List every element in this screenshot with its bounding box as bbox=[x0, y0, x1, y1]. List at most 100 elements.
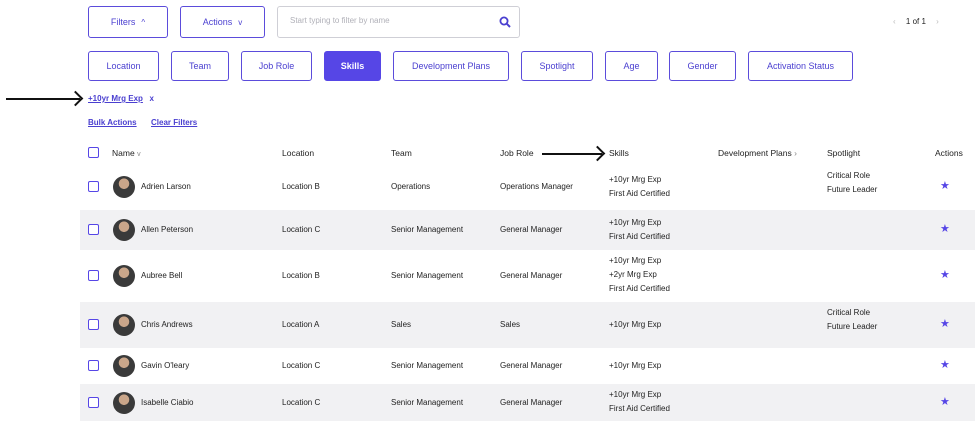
star-icon[interactable]: ★ bbox=[940, 222, 950, 235]
row-job-role: Sales bbox=[500, 320, 521, 329]
skill-item: +10yr Mrg Exp bbox=[609, 361, 662, 370]
tab-team[interactable]: Team bbox=[171, 51, 229, 81]
row-team: Senior Management bbox=[391, 225, 464, 234]
table-row: Adrien Larson Location B Operations Oper… bbox=[80, 164, 975, 210]
skill-item: First Aid Certified bbox=[609, 284, 670, 293]
tab-skills[interactable]: Skills bbox=[324, 51, 381, 81]
active-filter-chip[interactable]: +10yr Mrg Exp x bbox=[88, 93, 154, 103]
row-location: Location A bbox=[282, 320, 320, 329]
row-spotlight: Critical Role Future Leader bbox=[827, 169, 877, 197]
tab-activation-status[interactable]: Activation Status bbox=[748, 51, 853, 81]
row-team: Senior Management bbox=[391, 398, 464, 407]
next-page-icon[interactable]: › bbox=[936, 17, 939, 26]
chevron-up-icon: ^ bbox=[141, 17, 146, 27]
spotlight-item: Future Leader bbox=[827, 322, 878, 331]
avatar bbox=[113, 265, 135, 287]
row-team: Senior Management bbox=[391, 361, 464, 370]
star-icon[interactable]: ★ bbox=[940, 268, 950, 281]
skill-item: +10yr Mrg Exp bbox=[609, 390, 662, 399]
row-checkbox[interactable] bbox=[88, 181, 99, 192]
table-row: Isabelle Ciabio Location C Senior Manage… bbox=[80, 384, 975, 421]
row-skills: +10yr Mrg Exp First Aid Certified bbox=[609, 388, 670, 416]
search-input[interactable] bbox=[288, 15, 492, 26]
filters-button[interactable]: Filters ^ bbox=[88, 6, 168, 38]
row-checkbox[interactable] bbox=[88, 224, 99, 235]
row-checkbox[interactable] bbox=[88, 270, 99, 281]
row-location: Location C bbox=[282, 225, 321, 234]
row-skills: +10yr Mrg Exp First Aid Certified bbox=[609, 216, 670, 244]
skill-item: +10yr Mrg Exp bbox=[609, 175, 662, 184]
skill-item: First Aid Certified bbox=[609, 404, 670, 413]
avatar bbox=[113, 219, 135, 241]
annotation-arrow-head bbox=[589, 145, 606, 162]
row-job-role: General Manager bbox=[500, 271, 563, 280]
annotation-arrow-head bbox=[67, 90, 84, 107]
skill-item: First Aid Certified bbox=[609, 189, 670, 198]
header-actions: Actions bbox=[935, 148, 963, 158]
row-team: Senior Management bbox=[391, 271, 464, 280]
filters-label: Filters bbox=[110, 17, 136, 27]
row-skills: +10yr Mrg Exp bbox=[609, 359, 661, 373]
tab-label: Gender bbox=[687, 61, 718, 71]
prev-page-icon[interactable]: ‹ bbox=[893, 17, 896, 26]
star-icon[interactable]: ★ bbox=[940, 179, 950, 192]
row-job-role: General Manager bbox=[500, 398, 563, 407]
sort-icon: v bbox=[137, 151, 141, 158]
row-name[interactable]: Adrien Larson bbox=[141, 180, 191, 194]
header-development-plans[interactable]: Development Plans › bbox=[718, 148, 797, 158]
tab-label: Location bbox=[106, 61, 141, 71]
tab-label: Team bbox=[188, 61, 211, 71]
star-icon[interactable]: ★ bbox=[940, 358, 950, 371]
row-name[interactable]: Chris Andrews bbox=[141, 318, 193, 332]
row-name[interactable]: Isabelle Ciabio bbox=[141, 396, 193, 410]
row-job-role: Operations Manager bbox=[500, 182, 573, 191]
search-icon[interactable] bbox=[499, 16, 511, 28]
avatar bbox=[113, 392, 135, 414]
row-name[interactable]: Allen Peterson bbox=[141, 223, 193, 237]
tab-location[interactable]: Location bbox=[88, 51, 159, 81]
header-development-plans-label: Development Plans bbox=[718, 148, 792, 158]
skill-item: +2yr Mrg Exp bbox=[609, 270, 657, 279]
header-name-label: Name bbox=[112, 148, 135, 158]
header-name[interactable]: Name v bbox=[112, 148, 141, 158]
tab-spotlight[interactable]: Spotlight bbox=[521, 51, 593, 81]
skill-item: +10yr Mrg Exp bbox=[609, 256, 662, 265]
header-spotlight: Spotlight bbox=[827, 148, 861, 158]
row-location: Location C bbox=[282, 398, 321, 407]
row-team: Operations bbox=[391, 182, 431, 191]
tab-gender[interactable]: Gender bbox=[669, 51, 736, 81]
tab-development-plans[interactable]: Development Plans bbox=[393, 51, 509, 81]
row-name[interactable]: Aubree Bell bbox=[141, 269, 182, 283]
spotlight-item: Future Leader bbox=[827, 185, 878, 194]
select-all-checkbox[interactable] bbox=[88, 147, 99, 158]
clear-filters-link[interactable]: Clear Filters bbox=[151, 118, 197, 127]
header-location: Location bbox=[282, 148, 315, 158]
tab-label: Skills bbox=[340, 61, 365, 71]
row-location: Location C bbox=[282, 361, 321, 370]
tab-label: Development Plans bbox=[411, 61, 491, 71]
tab-job-role[interactable]: Job Role bbox=[241, 51, 312, 81]
row-name[interactable]: Gavin O'leary bbox=[141, 359, 189, 373]
bulk-actions-link[interactable]: Bulk Actions bbox=[88, 118, 137, 127]
tab-label: Job Role bbox=[258, 61, 295, 71]
table-row: Allen Peterson Location C Senior Managem… bbox=[80, 210, 975, 250]
row-location: Location B bbox=[282, 182, 320, 191]
row-checkbox[interactable] bbox=[88, 319, 99, 330]
avatar bbox=[113, 176, 135, 198]
close-icon[interactable]: x bbox=[149, 94, 153, 103]
star-icon[interactable]: ★ bbox=[940, 317, 950, 330]
row-checkbox[interactable] bbox=[88, 360, 99, 371]
active-filter-label: +10yr Mrg Exp bbox=[88, 94, 143, 103]
table-row: Aubree Bell Location B Senior Management… bbox=[80, 250, 975, 302]
skill-item: +10yr Mrg Exp bbox=[609, 320, 662, 329]
row-spotlight: Critical Role Future Leader bbox=[827, 306, 877, 334]
star-icon[interactable]: ★ bbox=[940, 395, 950, 408]
row-skills: +10yr Mrg Exp +2yr Mrg Exp First Aid Cer… bbox=[609, 254, 670, 296]
actions-button[interactable]: Actions v bbox=[180, 6, 265, 38]
spotlight-item: Critical Role bbox=[827, 171, 871, 180]
page-indicator: 1 of 1 bbox=[905, 17, 926, 26]
tab-label: Spotlight bbox=[539, 61, 575, 71]
row-checkbox[interactable] bbox=[88, 397, 99, 408]
header-job-role: Job Role bbox=[500, 148, 534, 158]
tab-age[interactable]: Age bbox=[605, 51, 658, 81]
